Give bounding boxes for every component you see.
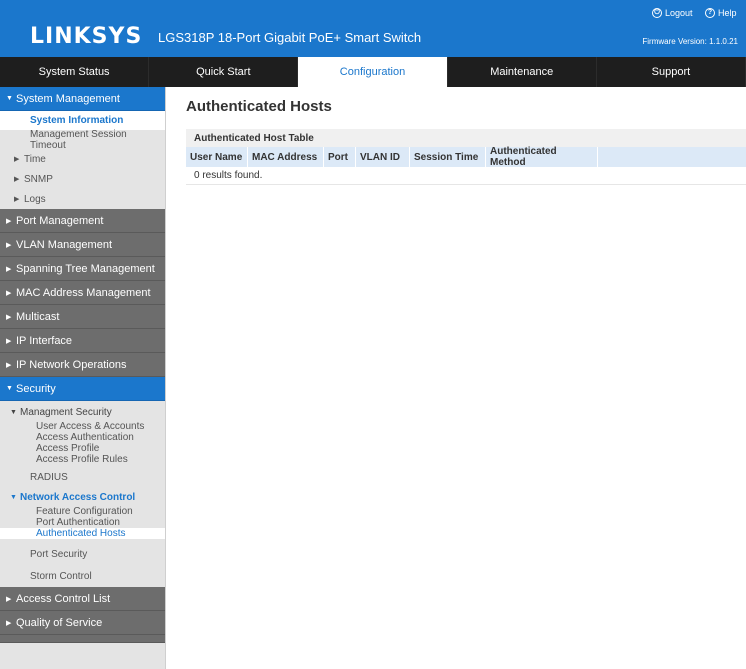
chevron-down-icon: ▼ [6,385,13,392]
sidebar-item-user-access[interactable]: User Access & Accounts [0,421,165,432]
empty-results: 0 results found. [186,167,746,185]
sidebar-item-label: Time [24,153,46,165]
chevron-down-icon: ▼ [10,409,17,416]
column-session-time: Session Time [410,147,486,167]
sidebar-item-label: Network Access Control [20,492,136,503]
power-icon: ⏻ [652,8,662,18]
chevron-down-icon: ▼ [6,95,13,102]
sidebar-section-system-management[interactable]: ▼ System Management [0,87,165,111]
sidebar-item-storm-control[interactable]: Storm Control [0,565,165,587]
sidebar-item-logs[interactable]: ▶ Logs [0,189,165,209]
sidebar-section-label: MAC Address Management [16,286,151,299]
tab-support[interactable]: Support [597,57,746,87]
sidebar-item-label: Managment Security [20,407,112,418]
sidebar-group-management-security[interactable]: ▼ Managment Security [0,404,165,421]
sidebar-section-security[interactable]: ▼ Security [0,377,165,401]
tab-configuration[interactable]: Configuration [298,57,448,87]
product-name: LGS318P 18-Port Gigabit PoE+ Smart Switc… [158,30,422,45]
sidebar-item-access-profile[interactable]: Access Profile [0,443,165,454]
sidebar-section-ip-interface[interactable]: ▶ IP Interface [0,329,165,353]
sidebar-section-label: Quality of Service [16,616,103,629]
tab-maintenance[interactable]: Maintenance [448,57,597,87]
sidebar-section-label: IP Network Operations [16,358,127,371]
tab-quick-start[interactable]: Quick Start [149,57,299,87]
sidebar-section-label: IP Interface [16,334,73,347]
sidebar-item-label: Logs [24,193,46,205]
authenticated-host-table: Authenticated Host Table User Name MAC A… [186,129,746,185]
tab-system-status[interactable]: System Status [0,57,150,87]
sidebar-section-multicast[interactable]: ▶ Multicast [0,305,165,329]
help-link[interactable]: ? Help [705,8,737,18]
chevron-right-icon: ▶ [14,196,20,203]
sidebar-item-snmp[interactable]: ▶ SNMP [0,169,165,189]
sidebar-item-port-security[interactable]: Port Security [0,543,165,565]
top-nav: System Status Quick Start Configuration … [0,57,746,87]
chevron-right-icon: ▶ [6,595,12,603]
sidebar-item-radius[interactable]: RADIUS [0,465,165,489]
sidebar-section-access-control-list[interactable]: ▶ Access Control List [0,587,165,611]
sidebar-item-port-authentication[interactable]: Port Authentication [0,517,165,528]
linksys-logo: LINKSYS [30,24,143,49]
sidebar-section-vlan-management[interactable]: ▶ VLAN Management [0,233,165,257]
chevron-down-icon: ▼ [10,494,17,501]
sidebar-section-label: Access Control List [16,592,111,605]
sidebar-section-partial [0,635,165,643]
sidebar-section-label: System Management [16,92,120,105]
sidebar-item-management-session-timeout[interactable]: Management Session Timeout [0,129,165,151]
chevron-right-icon: ▶ [6,313,12,321]
sidebar-item-feature-configuration[interactable]: Feature Configuration [0,506,165,517]
logout-link[interactable]: ⏻ Logout [652,8,693,18]
logout-label: Logout [665,8,693,18]
chevron-right-icon: ▶ [6,337,12,345]
sidebar-section-quality-of-service[interactable]: ▶ Quality of Service [0,611,165,635]
chevron-right-icon: ▶ [14,156,20,163]
sidebar-section-ip-network-operations[interactable]: ▶ IP Network Operations [0,353,165,377]
chevron-right-icon: ▶ [6,241,12,249]
sidebar-item-authenticated-hosts[interactable]: Authenticated Hosts [0,528,165,539]
sidebar-item-time[interactable]: ▶ Time [0,149,165,169]
sidebar-section-label: VLAN Management [16,238,112,251]
chevron-right-icon: ▶ [6,217,12,225]
chevron-right-icon: ▶ [6,265,12,273]
firmware-version: Firmware Version: 1.1.0.21 [642,37,738,46]
sidebar-section-spanning-tree[interactable]: ▶ Spanning Tree Management [0,257,165,281]
sidebar-section-label: Spanning Tree Management [16,262,155,275]
sidebar-section-label: Multicast [16,310,60,323]
table-header: User Name MAC Address Port VLAN ID Sessi… [186,146,746,168]
sidebar: ▼ System Management System Information M… [0,87,166,669]
header-bar: LINKSYS LGS318P 18-Port Gigabit PoE+ Sma… [0,0,746,57]
sidebar-item-label: SNMP [24,173,53,185]
table-title: Authenticated Host Table [186,129,746,147]
page-title: Authenticated Hosts [186,98,332,115]
sidebar-section-port-management[interactable]: ▶ Port Management [0,209,165,233]
sidebar-section-label: Security [16,382,56,395]
column-vlan-id: VLAN ID [356,147,410,167]
help-icon: ? [705,8,715,18]
sidebar-item-access-profile-rules[interactable]: Access Profile Rules [0,454,165,465]
chevron-right-icon: ▶ [6,619,12,627]
chevron-right-icon: ▶ [6,361,12,369]
sidebar-group-network-access-control[interactable]: ▼ Network Access Control [0,489,165,506]
column-user-name: User Name [186,147,248,167]
sidebar-section-mac-address[interactable]: ▶ MAC Address Management [0,281,165,305]
help-label: Help [718,8,737,18]
chevron-right-icon: ▶ [6,289,12,297]
column-port: Port [324,147,356,167]
column-authenticated-method: Authenticated Method [486,146,598,168]
sidebar-item-access-authentication[interactable]: Access Authentication [0,432,165,443]
chevron-right-icon: ▶ [14,176,20,183]
sidebar-item-system-information[interactable]: System Information [0,111,165,130]
sidebar-section-label: Port Management [16,214,104,227]
column-mac-address: MAC Address [248,147,324,167]
